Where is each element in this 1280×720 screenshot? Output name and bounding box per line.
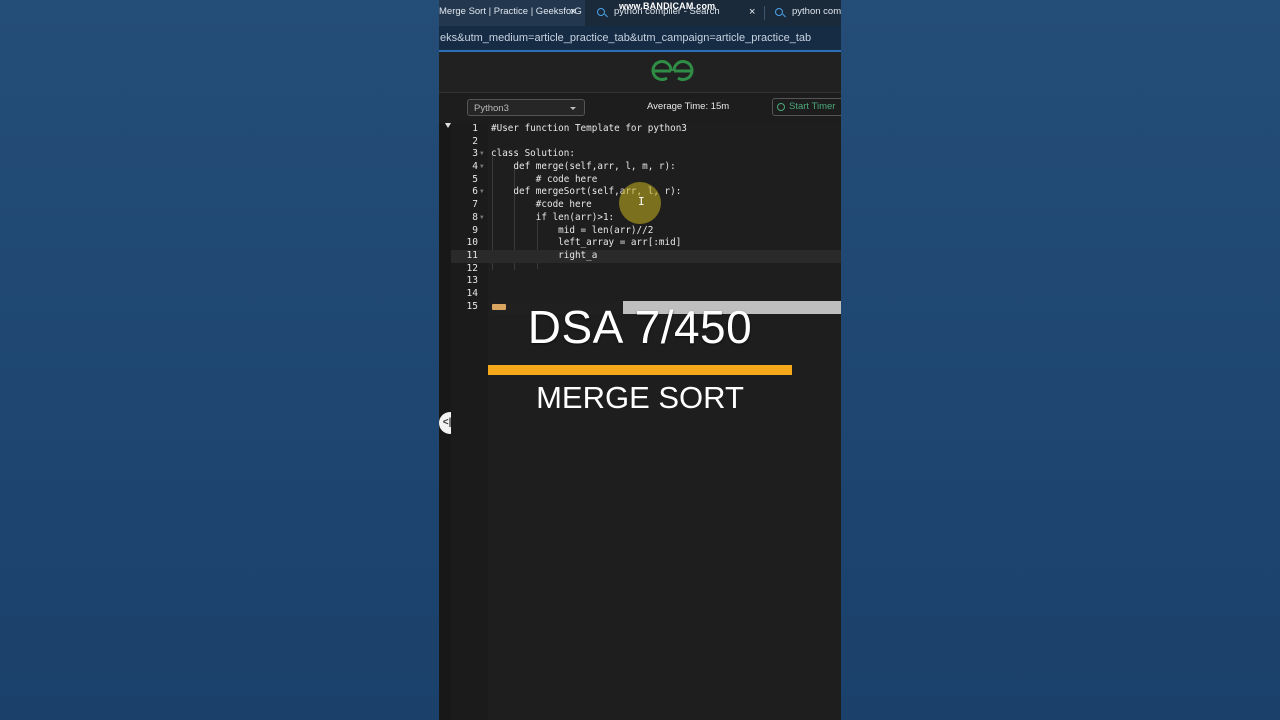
background-left <box>0 0 439 720</box>
fold-icon[interactable]: ▼ <box>480 212 484 225</box>
tab-python-compiler[interactable]: python comp <box>765 0 841 26</box>
code-line: 3 ▼ class Solution: <box>472 148 575 161</box>
fold-icon[interactable]: ▼ <box>480 161 484 174</box>
close-icon[interactable]: × <box>570 0 576 24</box>
start-timer-button[interactable]: Start Timer <box>772 98 841 116</box>
language-select[interactable]: Python3 <box>467 99 585 116</box>
text-cursor-icon: I <box>638 195 645 208</box>
code-line: 4 ▼ def merge(self,arr, l, m, r): <box>472 161 676 174</box>
fold-icon[interactable]: ▼ <box>480 186 484 199</box>
site-header <box>439 52 841 93</box>
video-title: DSA 7/450 <box>527 301 753 353</box>
fold-icon[interactable]: ▼ <box>480 148 484 161</box>
recorder-watermark: www.BANDICAM.com <box>619 1 716 11</box>
tab-merge-sort[interactable]: Merge Sort | Practice | GeeksforG × <box>439 0 585 26</box>
chevron-down-icon <box>570 107 576 110</box>
browser-tab-strip: Merge Sort | Practice | GeeksforG × pyth… <box>439 0 841 26</box>
code-line: 9 mid = len(arr)//2 <box>472 224 654 236</box>
address-bar[interactable]: eks&utm_medium=article_practice_tab&utm_… <box>439 26 841 50</box>
average-time: Average Time: 15m <box>647 101 730 112</box>
tab-label: python comp <box>792 6 841 17</box>
search-icon <box>775 8 783 16</box>
code-line: 12 <box>466 262 478 274</box>
close-icon[interactable]: × <box>749 0 755 24</box>
language-value: Python3 <box>474 103 509 114</box>
title-underline <box>488 365 792 375</box>
code-line: 14 <box>466 287 478 299</box>
background-right <box>841 0 1280 720</box>
start-timer-label: Start Timer <box>789 101 836 112</box>
gfg-logo-icon[interactable] <box>650 58 695 84</box>
code-line: 1 #User function Template for python3 <box>472 123 687 134</box>
clock-icon <box>777 103 785 111</box>
code-line: 13 <box>466 275 478 287</box>
code-line: 10 left_array = arr[:mid] <box>466 237 682 249</box>
search-icon <box>597 8 605 16</box>
code-line-current: 11 right_a <box>451 249 841 263</box>
screen-recording: Merge Sort | Practice | GeeksforG × pyth… <box>439 0 841 720</box>
code-line: 2 <box>472 135 478 147</box>
tab-label: Merge Sort | Practice | GeeksforG <box>439 6 582 17</box>
video-topic: MERGE SORT <box>536 380 744 415</box>
